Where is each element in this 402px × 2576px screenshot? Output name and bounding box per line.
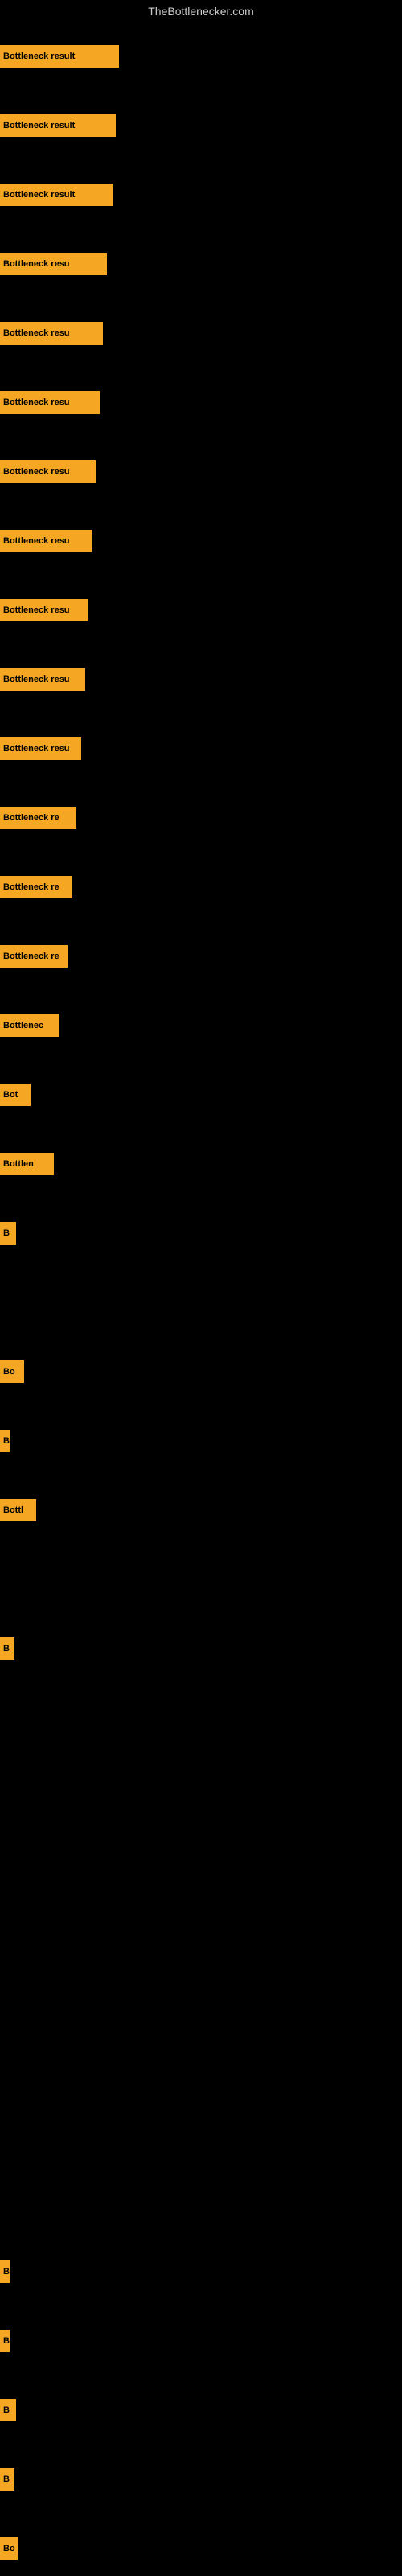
bottleneck-label: Bottleneck re (3, 952, 59, 961)
bottleneck-bar: Bottlen (0, 1153, 54, 1175)
bottleneck-bar: B (0, 2399, 16, 2421)
bottleneck-bar: Bottleneck resu (0, 530, 92, 552)
bottleneck-bar: Bo (0, 2537, 18, 2560)
bottleneck-bar: Bot (0, 1084, 31, 1106)
bottleneck-label: Bo (3, 1367, 15, 1377)
bottleneck-label: Bottlenec (3, 1021, 43, 1030)
bottleneck-label: Bottleneck re (3, 813, 59, 823)
bottleneck-label: Bot (3, 1090, 18, 1100)
bottleneck-bar: B (0, 2468, 14, 2491)
bottleneck-bar: Bottleneck result (0, 184, 113, 206)
bottleneck-bar: Bottleneck resu (0, 391, 100, 414)
bottleneck-label: Bottleneck resu (3, 467, 70, 477)
bottleneck-bar: Bo (0, 1360, 24, 1383)
site-title: TheBottlenecker.com (0, 0, 402, 23)
bottleneck-bar: Bottleneck resu (0, 460, 96, 483)
bottleneck-bar: Bottleneck resu (0, 668, 85, 691)
bottleneck-bar: Bottleneck re (0, 945, 68, 968)
bottleneck-bar: B (0, 1430, 10, 1452)
bottleneck-label: Bottleneck re (3, 882, 59, 892)
bottleneck-bar: B (0, 1222, 16, 1245)
bottleneck-bar: Bottleneck resu (0, 322, 103, 345)
bottleneck-bar: B (0, 2330, 10, 2352)
bottleneck-label: Bottleneck resu (3, 675, 70, 684)
bottleneck-label: Bottleneck resu (3, 259, 70, 269)
bottleneck-bar: Bottleneck re (0, 807, 76, 829)
bottleneck-label: Bottleneck resu (3, 398, 70, 407)
bottleneck-bar: Bottleneck re (0, 876, 72, 898)
bottleneck-label: Bottl (3, 1505, 23, 1515)
bottleneck-bar: B (0, 1637, 14, 1660)
bottleneck-label: B (3, 1436, 10, 1446)
bottleneck-label: B (3, 2267, 10, 2277)
bottleneck-label: Bottleneck resu (3, 605, 70, 615)
bottleneck-bar: Bottl (0, 1499, 36, 1521)
bottleneck-bar: Bottleneck result (0, 114, 116, 137)
bottleneck-bar: Bottlenec (0, 1014, 59, 1037)
bottleneck-label: Bottleneck resu (3, 536, 70, 546)
bottleneck-label: B (3, 1228, 10, 1238)
bottleneck-bar: Bottleneck result (0, 45, 119, 68)
bottleneck-bar: Bottleneck resu (0, 737, 81, 760)
bottleneck-label: B (3, 2475, 10, 2484)
bottleneck-label: B (3, 1644, 10, 1653)
bottleneck-label: Bottleneck result (3, 121, 75, 130)
bottleneck-label: Bottleneck result (3, 190, 75, 200)
bottleneck-label: Bottleneck result (3, 52, 75, 61)
bottleneck-label: B (3, 2405, 10, 2415)
bottleneck-label: Bo (3, 2544, 15, 2553)
bottleneck-label: Bottleneck resu (3, 328, 70, 338)
bottleneck-label: B (3, 2336, 10, 2346)
bottleneck-label: Bottleneck resu (3, 744, 70, 753)
bottleneck-label: Bottlen (3, 1159, 34, 1169)
bottleneck-bar: Bottleneck resu (0, 599, 88, 621)
bottleneck-bar: B (0, 2260, 10, 2283)
bottleneck-bar: Bottleneck resu (0, 253, 107, 275)
